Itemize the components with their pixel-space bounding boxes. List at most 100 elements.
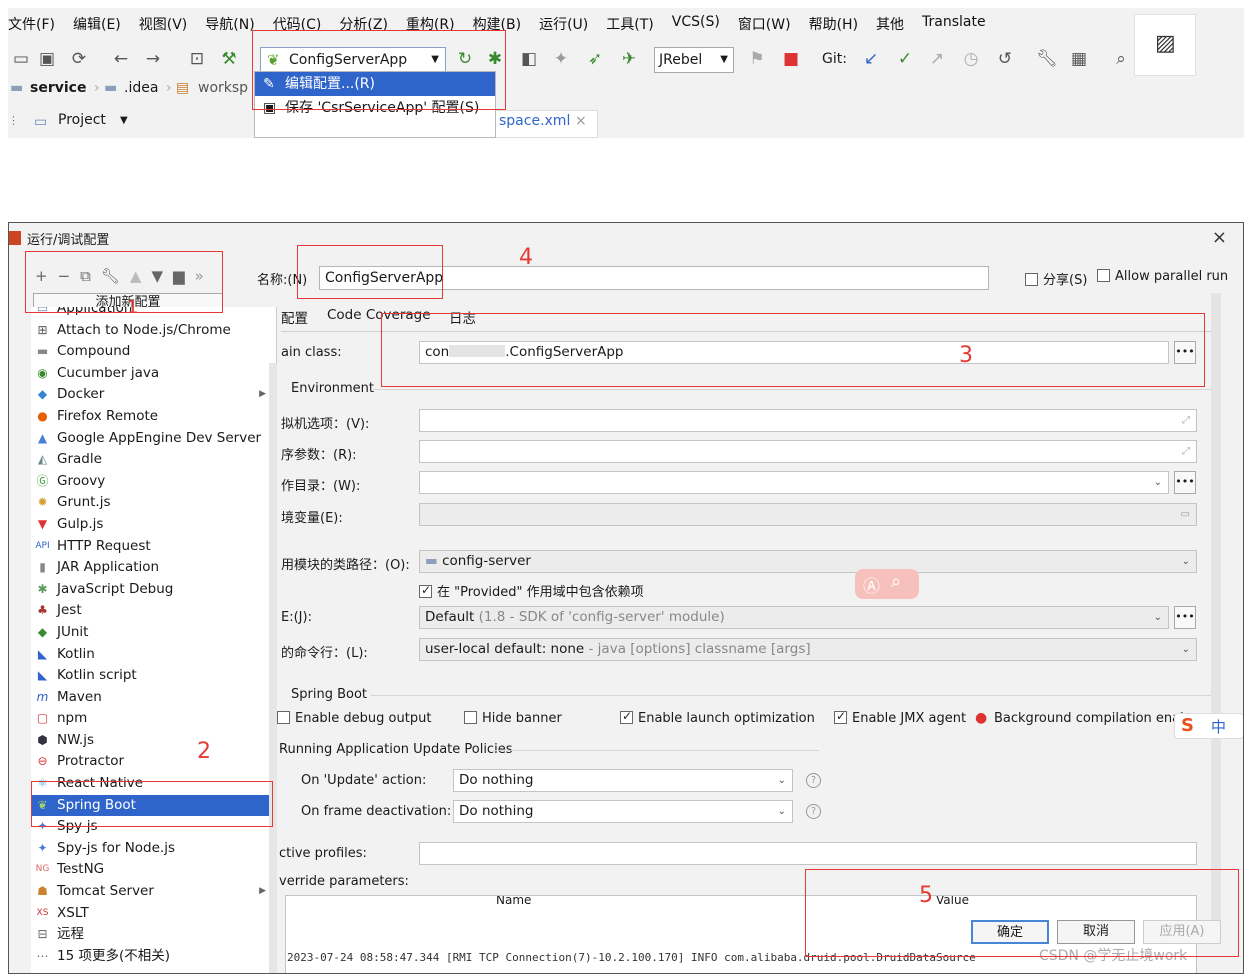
chevron-down-icon[interactable]: ▼ xyxy=(120,115,128,126)
close-icon[interactable]: × xyxy=(575,113,587,129)
active-profiles-input[interactable] xyxy=(419,842,1197,865)
type-item-groovy[interactable]: Ⓖ Groovy xyxy=(31,471,276,493)
type-item-compound[interactable]: ▬ Compound xyxy=(31,341,276,363)
wrench-icon[interactable]: 🔧︎ xyxy=(101,267,120,289)
ai-icon[interactable]: Ⓐ xyxy=(863,572,880,597)
type-item-application[interactable]: ▭ Application xyxy=(31,307,276,320)
menu-edit[interactable]: 编辑(E) xyxy=(73,14,121,38)
type-item-jar[interactable]: ▮ JAR Application xyxy=(31,557,276,579)
breadcrumb-service[interactable]: service xyxy=(30,80,86,96)
type-item-react-native[interactable]: ⚛ React Native xyxy=(31,773,276,795)
breadcrumb-idea[interactable]: .idea xyxy=(124,80,158,96)
menu-vcs[interactable]: VCS(S) xyxy=(672,14,720,38)
menu-run[interactable]: 运行(U) xyxy=(539,14,588,38)
menu-translate[interactable]: Translate xyxy=(922,14,986,38)
rerun-icon[interactable]: ↻ xyxy=(454,48,476,70)
breadcrumb-workspace[interactable]: worksp xyxy=(198,80,248,96)
forward-icon[interactable]: → xyxy=(142,48,164,70)
working-dir-input[interactable]: ⌄ xyxy=(419,471,1169,494)
type-list-scrollbar[interactable] xyxy=(269,363,277,973)
browse-main-class-button[interactable]: ••• xyxy=(1174,341,1196,364)
expand-icon[interactable]: ⤢ xyxy=(1182,410,1190,431)
hide-banner-checkbox[interactable]: Hide banner xyxy=(464,711,562,726)
module-select[interactable]: ▬ config-server ⌄ xyxy=(419,550,1197,573)
run-config-combo[interactable]: ❦ ConfigServerApp ▼ xyxy=(260,47,446,73)
ime-toolbar[interactable]: S 中 xyxy=(1174,713,1243,739)
type-item-grunt[interactable]: ✹ Grunt.js xyxy=(31,492,276,514)
menu-build[interactable]: 构建(B) xyxy=(473,14,522,38)
menu-window[interactable]: 窗口(W) xyxy=(738,14,791,38)
git-update-icon[interactable]: ↙ xyxy=(860,48,882,70)
add-icon[interactable]: + xyxy=(35,267,48,289)
attach-icon[interactable]: ⚑ xyxy=(746,48,768,70)
close-icon[interactable]: × xyxy=(1212,227,1227,248)
menu-file[interactable]: 文件(F) xyxy=(8,14,55,38)
provided-scope-checkbox[interactable]: 在 "Provided" 作用域中包含依赖项 xyxy=(419,581,644,600)
jmx-agent-checkbox[interactable]: Enable JMX agent xyxy=(834,709,966,726)
type-item-gulp[interactable]: ▼ Gulp.js xyxy=(31,514,276,536)
project-label[interactable]: Project xyxy=(58,112,106,128)
type-item-maven[interactable]: m Maven xyxy=(31,687,276,709)
on-update-select[interactable]: Do nothing ⌄ xyxy=(453,769,793,792)
menu-refactor[interactable]: 重构(R) xyxy=(406,14,455,38)
coverage-icon[interactable]: ◧ xyxy=(518,48,540,70)
menu-analyze[interactable]: 分析(Z) xyxy=(339,14,388,38)
env-vars-input[interactable]: ▭ xyxy=(419,503,1197,526)
debug-bug-icon[interactable]: ✱ xyxy=(484,48,506,70)
form-scrollbar[interactable] xyxy=(1211,293,1221,933)
tab-logs[interactable]: 日志 xyxy=(449,307,476,327)
project-structure-icon[interactable]: ▦ xyxy=(1068,48,1090,70)
menu-navigate[interactable]: 导航(N) xyxy=(205,14,254,38)
type-item-cucumber[interactable]: ◉ Cucumber java xyxy=(31,363,276,385)
type-item-tomcat[interactable]: ☗ Tomcat Server ▶ xyxy=(31,881,276,903)
type-item-jsdebug[interactable]: ✱ JavaScript Debug xyxy=(31,579,276,601)
tab-configuration[interactable]: 配置 xyxy=(281,307,308,327)
expand-icon[interactable]: ⤢ xyxy=(1182,441,1190,462)
menu-tools[interactable]: 工具(T) xyxy=(606,14,653,38)
ok-button[interactable]: 确定 xyxy=(971,920,1049,944)
edit-configurations-item[interactable]: ✎ 编辑配置...(R) xyxy=(255,72,495,96)
browse-working-dir-button[interactable]: ••• xyxy=(1174,471,1196,494)
folder-icon[interactable]: ▭ xyxy=(1181,504,1190,525)
launch-optimization-checkbox[interactable]: Enable launch optimization xyxy=(620,709,815,726)
search-icon[interactable]: ⌕ xyxy=(1110,48,1132,70)
browse-jre-button[interactable]: ••• xyxy=(1174,606,1196,629)
type-item-kotlin[interactable]: ◣ Kotlin xyxy=(31,644,276,666)
main-class-input[interactable]: con .ConfigServerApp xyxy=(419,341,1169,364)
type-item-xslt[interactable]: XS XSLT xyxy=(31,903,276,925)
type-item-testng[interactable]: NG TestNG xyxy=(31,859,276,881)
history-icon[interactable]: ◷ xyxy=(960,48,982,70)
folder-add-icon[interactable]: ▆ xyxy=(173,267,185,289)
move-down-icon[interactable]: ▼ xyxy=(151,267,163,289)
jre-select[interactable]: Default (1.8 - SDK of 'config-server' mo… xyxy=(419,606,1169,629)
editor-tab-workspace[interactable]: space.xml × xyxy=(494,110,598,138)
jrebel-run-icon[interactable]: ➶ xyxy=(584,48,606,70)
menu-other[interactable]: 其他 xyxy=(876,14,904,38)
help-icon[interactable]: ? xyxy=(806,803,821,819)
git-commit-icon[interactable]: ✓ xyxy=(894,48,916,70)
help-icon[interactable]: ? xyxy=(806,772,821,788)
remove-icon[interactable]: − xyxy=(58,267,71,289)
vm-options-input[interactable]: ⤢ xyxy=(419,409,1197,432)
sync-icon[interactable]: ⟳ xyxy=(68,48,90,70)
type-item-http[interactable]: API HTTP Request xyxy=(31,536,276,558)
more-icon[interactable]: » xyxy=(195,267,204,289)
side-tool-icon[interactable]: ⋮ xyxy=(8,114,19,127)
save-icon[interactable]: ▣ xyxy=(36,48,58,70)
type-item-attach-node[interactable]: ⊞ Attach to Node.js/Chrome xyxy=(31,320,276,342)
type-item-spring-boot[interactable]: ❦ Spring Boot xyxy=(31,794,276,817)
type-item-kotlin-script[interactable]: ◣ Kotlin script xyxy=(31,665,276,687)
git-push-icon[interactable]: ↗ xyxy=(926,48,948,70)
type-item-spyjs-node[interactable]: ✦ Spy-js for Node.js xyxy=(31,838,276,860)
move-up-icon[interactable]: ▲ xyxy=(130,267,142,289)
jrebel-debug-icon[interactable]: ✈ xyxy=(618,48,640,70)
back-icon[interactable]: ← xyxy=(110,48,132,70)
type-item-gradle[interactable]: ◭ Gradle xyxy=(31,449,276,471)
type-item-protractor[interactable]: ⊖ Protractor xyxy=(31,751,276,773)
type-item-more[interactable]: ⋯ 15 项更多(不相关) xyxy=(31,946,276,968)
copy-icon[interactable]: ⧉ xyxy=(80,267,91,289)
jrebel-combo[interactable]: JRebel ▼ xyxy=(654,47,734,73)
profile-icon[interactable]: ✦ xyxy=(550,48,572,70)
folder-icon[interactable]: ▭ xyxy=(10,48,32,70)
shorten-cmdline-select[interactable]: user-local default: none - java [options… xyxy=(419,638,1197,661)
